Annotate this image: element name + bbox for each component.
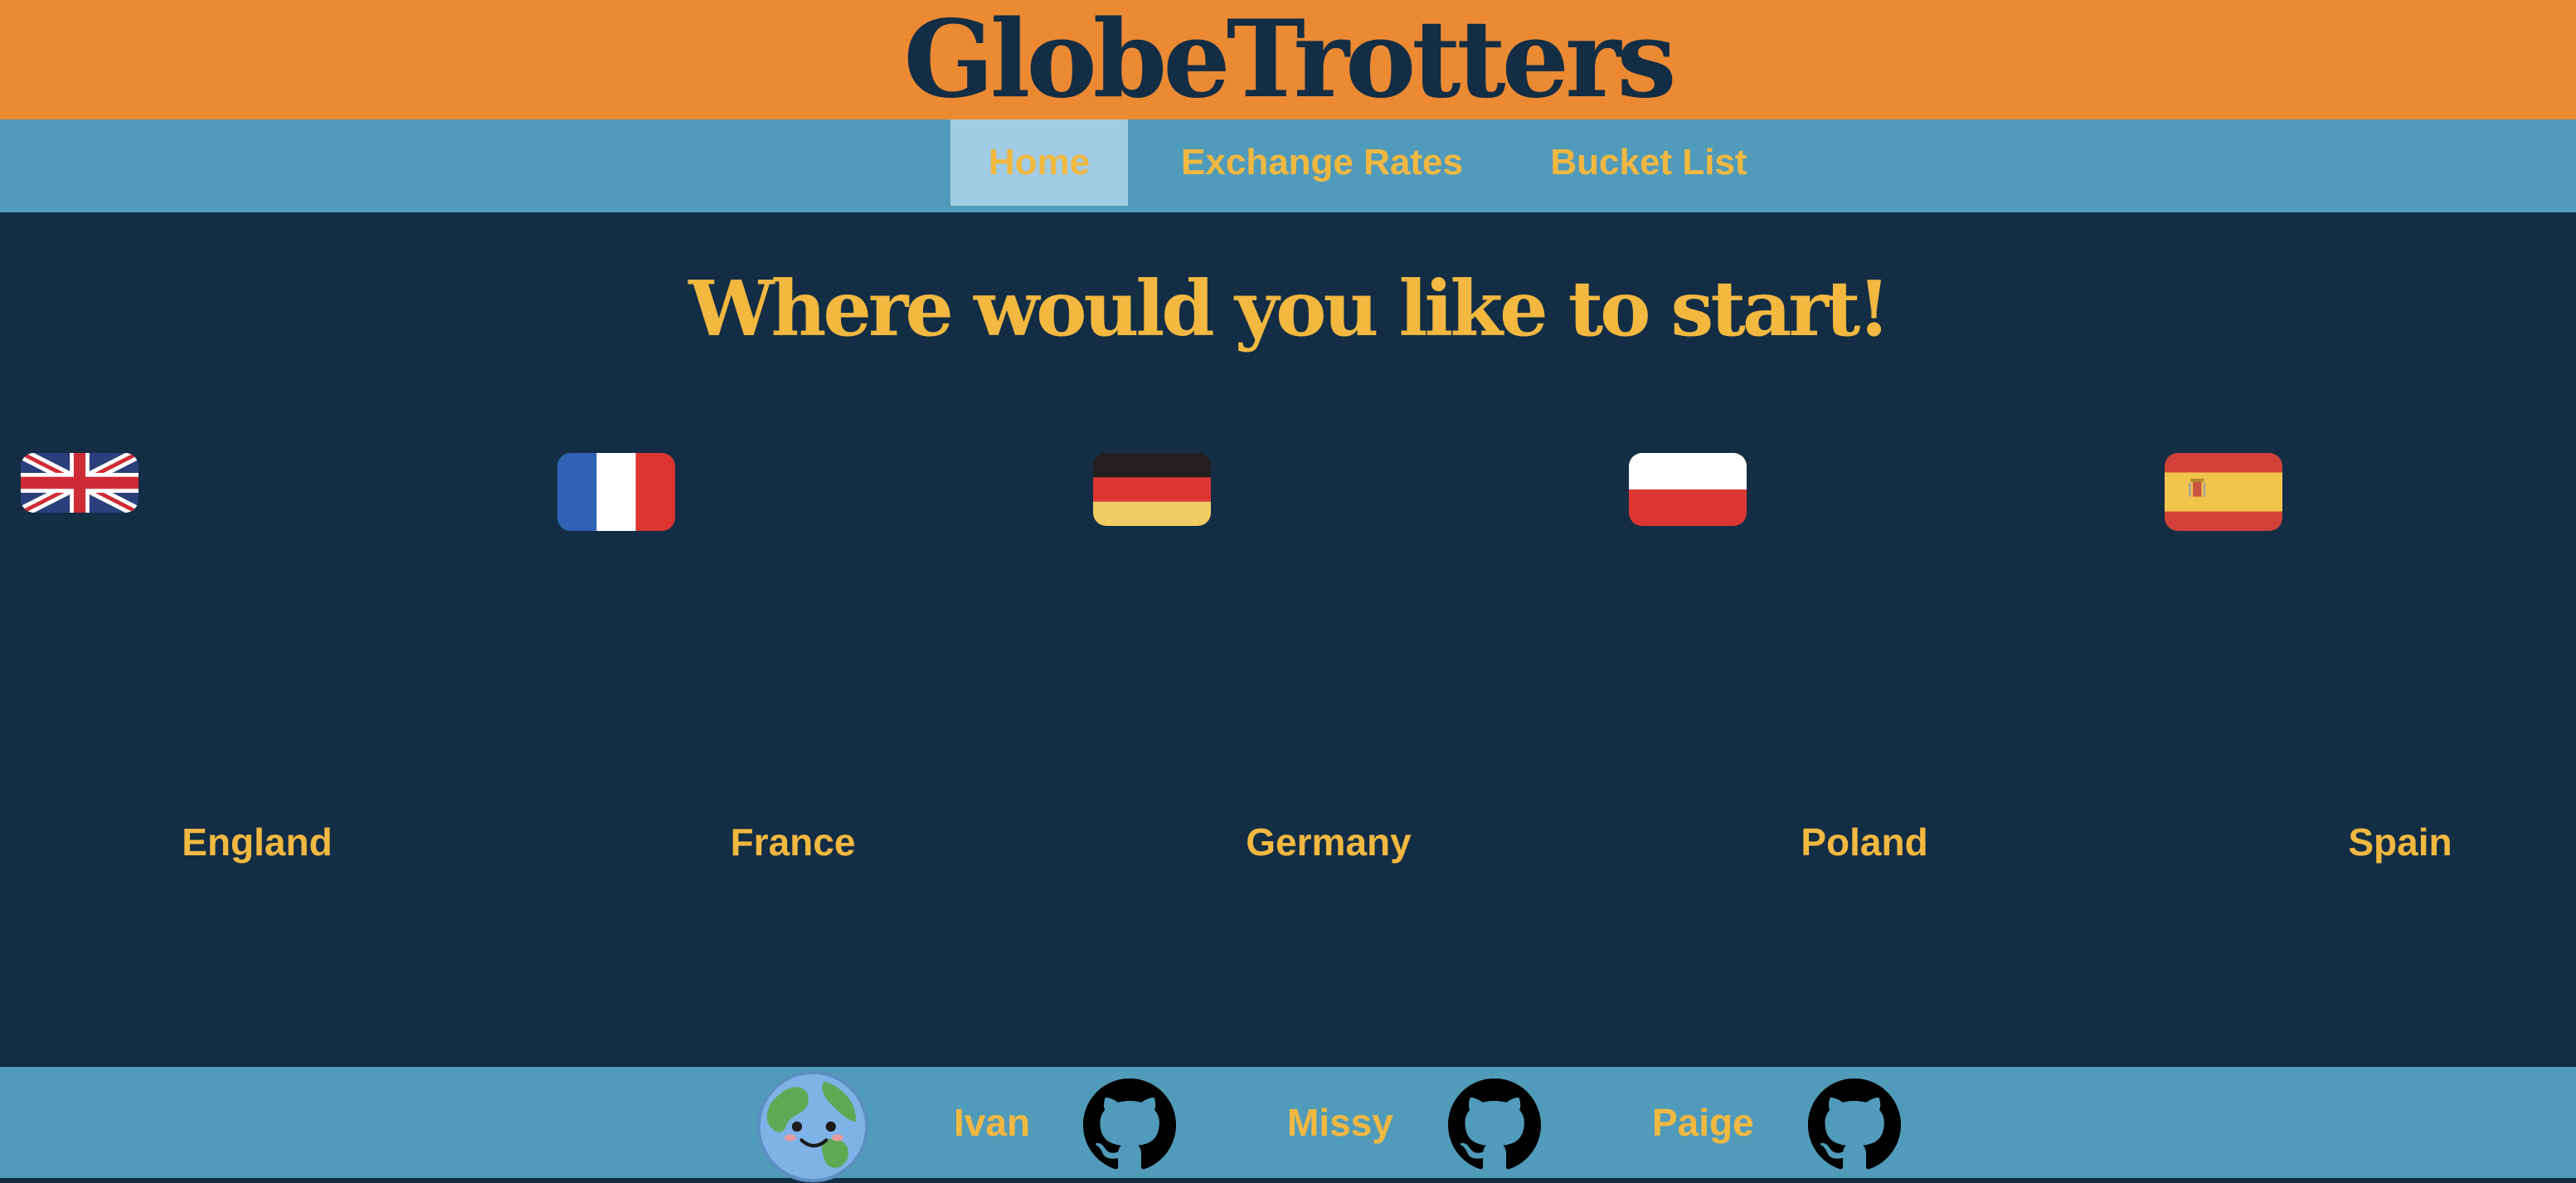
country-label-germany[interactable]: Germany — [1229, 820, 1428, 864]
site-footer: Ivan Missy Paige — [0, 1067, 2576, 1183]
github-icon[interactable] — [1448, 1078, 1541, 1171]
main-nav: Home Exchange Rates Bucket List — [0, 119, 2576, 212]
spain-flag-icon[interactable] — [2165, 453, 2282, 531]
country-label-france[interactable]: France — [693, 820, 892, 864]
footer-member-paige: Paige — [1652, 1101, 1754, 1144]
poland-flag-icon[interactable] — [1629, 453, 1747, 526]
github-icon[interactable] — [1808, 1078, 1901, 1171]
country-label-england[interactable]: England — [158, 820, 357, 864]
main-heading: Where would you like to start! — [688, 264, 1891, 353]
france-flag-icon[interactable] — [557, 453, 675, 531]
footer-member-ivan: Ivan — [954, 1101, 1031, 1144]
country-label-spain[interactable]: Spain — [2301, 820, 2500, 864]
footer-member-missy: Missy — [1287, 1101, 1393, 1144]
uk-flag-icon[interactable] — [21, 453, 139, 513]
site-header: GlobeTrotters — [0, 0, 2576, 119]
github-icon[interactable] — [1083, 1078, 1176, 1171]
globe-face-icon — [756, 1070, 869, 1183]
country-label-poland[interactable]: Poland — [1765, 820, 1964, 864]
nav-item-bucket-list[interactable]: Bucket List — [1531, 119, 1767, 206]
germany-flag-icon[interactable] — [1093, 453, 1211, 526]
site-title: GlobeTrotters — [903, 0, 1676, 122]
nav-item-home[interactable]: Home — [950, 119, 1128, 206]
nav-item-exchange-rates[interactable]: Exchange Rates — [1169, 119, 1475, 206]
